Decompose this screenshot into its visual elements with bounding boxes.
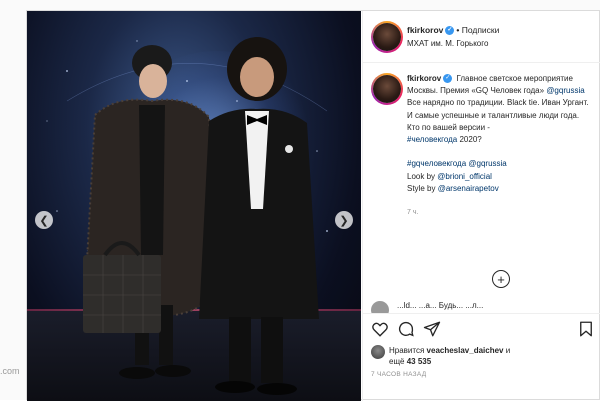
header-username-line: fkirkorov ✓ • Подписки (407, 25, 500, 36)
post-time-ago: 7 ЧАСОВ НАЗАД (371, 371, 427, 378)
mention-arsenairapetov[interactable]: @arsenairapetov (438, 184, 499, 193)
look-label: Look by (407, 171, 436, 181)
caption-avatar (373, 75, 401, 103)
location-link[interactable]: МХАТ им. М. Горького (407, 39, 488, 48)
caption-time: 7 ч. (407, 209, 419, 217)
caption-username[interactable]: fkirkorov (407, 74, 441, 83)
comment-peek: ...ld... ...a... Будь... ...л... (363, 299, 600, 313)
caption-line-3-end: 2020? (459, 135, 482, 145)
comment-icon[interactable] (397, 320, 415, 338)
header-username[interactable]: fkirkorov (407, 25, 443, 35)
hashtag-gqchelovekgoda[interactable]: #gqчеловекгода (407, 159, 466, 168)
instagram-post: ❮ ❯ fkirkorov ✓ • Подписки МХАТ им. М. Гор… (26, 10, 600, 401)
mention-gqrussia-2[interactable]: @gqrussia (468, 159, 506, 168)
bookmark-icon[interactable] (577, 320, 595, 338)
liker-username[interactable]: veacheslav_daichev (427, 346, 504, 355)
liker-avatar[interactable] (371, 345, 385, 359)
comment-peek-text: ...ld... ...a... Будь... ...л... (397, 301, 484, 310)
heart-icon[interactable] (371, 320, 389, 338)
caption-line-3: Кто по вашей версии - (407, 122, 490, 132)
post-photo[interactable]: ❮ ❯ (27, 11, 361, 401)
likes-count[interactable]: 43 535 (407, 357, 431, 366)
next-photo-button[interactable]: ❯ (335, 211, 353, 229)
likes-text: Нравится veacheslav_daichev и ещё 43 535 (389, 346, 511, 366)
mention-brioni[interactable]: @brioni_official (437, 172, 492, 181)
mention-gqrussia-1[interactable]: @gqrussia (546, 86, 584, 95)
caption-verified-icon: ✓ (443, 74, 453, 84)
comment-avatar[interactable] (371, 301, 389, 313)
header-avatar-ring[interactable] (371, 21, 403, 53)
likes-section: Нравится veacheslav_daichev и ещё 43 535 (363, 343, 600, 373)
chevron-left-icon: ❮ (39, 214, 49, 227)
chevron-right-icon: ❯ (339, 214, 349, 227)
hashtag-chelovekgoda[interactable]: #человекгода (407, 135, 457, 144)
person-right-tuxedo (199, 37, 319, 395)
screenshot-stage: .com ❮ ❯ fkirkorov ✓ • Подписки МХАТ им.… (0, 0, 600, 401)
caption-line-2: Все нарядно по традиции. Black tie. Иван… (407, 98, 589, 120)
watermark-text: .com (0, 366, 20, 376)
post-caption: fkirkorov ✓ Главное светское мероприятие … (407, 73, 593, 219)
load-more-comments-button[interactable]: + (492, 270, 510, 288)
send-icon[interactable] (423, 320, 441, 338)
avatar (373, 23, 401, 51)
style-label: Style by (407, 183, 436, 193)
post-side-pane: fkirkorov ✓ • Подписки МХАТ им. М. Горьког… (362, 11, 600, 401)
action-bar (363, 313, 600, 343)
post-header: fkirkorov ✓ • Подписки МХАТ им. М. Горьког… (363, 11, 600, 63)
plus-circle-icon: + (497, 271, 505, 287)
prev-photo-button[interactable]: ❮ (35, 211, 53, 229)
caption-avatar-ring[interactable] (371, 73, 403, 105)
follow-status-button[interactable]: Подписки (462, 25, 500, 35)
verified-icon: ✓ (445, 26, 455, 36)
